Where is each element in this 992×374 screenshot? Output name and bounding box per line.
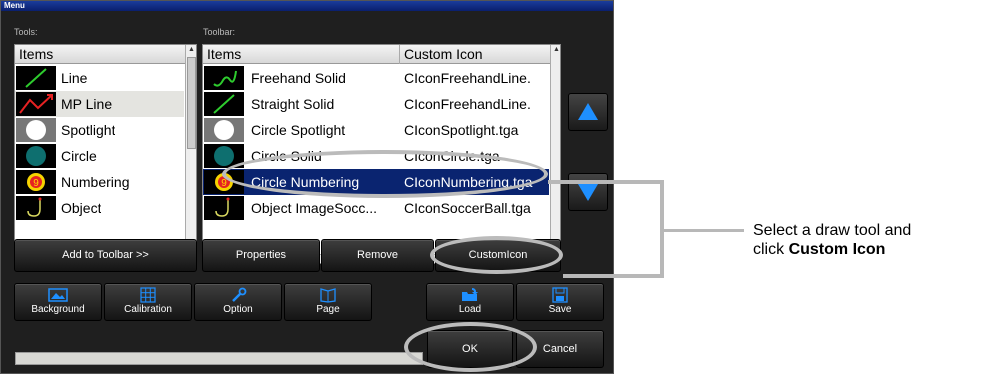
callout-text: Select a draw tool and click Custom Icon (753, 221, 989, 259)
white-circle-icon (16, 118, 56, 142)
hook-icon (204, 196, 244, 220)
option-button[interactable]: Option (194, 283, 282, 321)
number-nine-icon: 9 (204, 170, 244, 194)
load-button[interactable]: Load (426, 283, 514, 321)
tools-list-header[interactable]: Items (15, 45, 185, 64)
toolbar-row[interactable]: Freehand Solid CIconFreehandLine. (203, 65, 549, 91)
callout-line-2: click Custom Icon (753, 241, 886, 258)
tools-list[interactable]: Items Line MP Line Spotlight Circle 9 Nu… (14, 44, 197, 264)
tools-item-circle[interactable]: Circle (15, 143, 184, 169)
book-icon (320, 288, 336, 303)
callout-line-1: Select a draw tool and (753, 222, 912, 239)
tools-item-object[interactable]: Object (15, 195, 184, 221)
custom-icon-button[interactable]: CustomIcon (435, 239, 561, 272)
white-circle-icon (204, 118, 244, 142)
remove-button[interactable]: Remove (321, 239, 434, 272)
folder-open-icon (462, 288, 478, 301)
progress-bar (15, 352, 423, 365)
page-button[interactable]: Page (284, 283, 372, 321)
toolbar-vertical-scrollbar[interactable]: ▲ ▼ (550, 45, 560, 255)
scroll-up-arrow-icon[interactable]: ▲ (553, 45, 560, 54)
cancel-button[interactable]: Cancel (516, 330, 604, 368)
ok-button[interactable]: OK (427, 330, 513, 368)
move-down-button[interactable] (568, 173, 608, 211)
red-zigzag-icon (16, 92, 56, 116)
teal-circle-icon (204, 144, 244, 168)
tools-vertical-scrollbar[interactable]: ▲ (185, 45, 196, 255)
tools-item-line[interactable]: Line (15, 65, 184, 91)
toolbar-list-header[interactable]: Items Custom Icon (203, 45, 550, 64)
floppy-disk-icon (552, 287, 568, 303)
scroll-up-arrow-icon[interactable]: ▲ (188, 45, 195, 54)
toolbar-row[interactable]: Object ImageSocc... CIconSoccerBall.tga (203, 195, 549, 221)
window-title: Menu (1, 1, 613, 11)
green-line-icon (204, 92, 244, 116)
tools-item-numbering[interactable]: 9 Numbering (15, 169, 184, 195)
properties-button[interactable]: Properties (202, 239, 320, 272)
svg-text:9: 9 (33, 178, 39, 189)
save-button[interactable]: Save (516, 283, 604, 321)
toolbar-row-selected[interactable]: 9 Circle Numbering CIconNumbering.tga (203, 169, 549, 195)
wrench-icon (232, 287, 247, 302)
arrow-up-icon (578, 103, 598, 120)
callout-connector (548, 180, 664, 184)
calibration-button[interactable]: Calibration (104, 283, 192, 321)
tools-item-mp-line[interactable]: MP Line (15, 91, 184, 117)
background-button[interactable]: Background (14, 283, 102, 321)
add-to-toolbar-button[interactable]: Add to Toolbar >> (14, 239, 197, 272)
callout-connector (664, 229, 744, 232)
hook-icon (16, 196, 56, 220)
svg-text:9: 9 (221, 178, 227, 189)
move-up-button[interactable] (568, 93, 608, 131)
tools-label: Tools: (14, 27, 38, 37)
toolbar-row[interactable]: Straight Solid CIconFreehandLine. (203, 91, 549, 117)
grid-icon (140, 287, 156, 303)
toolbar-label: Toolbar: (203, 27, 236, 37)
tools-item-spotlight[interactable]: Spotlight (15, 117, 184, 143)
landscape-icon (48, 288, 68, 302)
column-items[interactable]: Items (203, 45, 400, 64)
column-custom-icon[interactable]: Custom Icon (400, 45, 550, 64)
teal-circle-icon (16, 144, 56, 168)
menu-window: Menu Tools: Toolbar: Items Line MP Line … (0, 0, 614, 374)
callout-connector (563, 274, 664, 278)
tools-scroll-thumb[interactable] (187, 57, 196, 149)
toolbar-row[interactable]: Circle Solid CIconCircle.tga (203, 143, 549, 169)
toolbar-list[interactable]: Items Custom Icon Freehand Solid CIconFr… (202, 44, 561, 264)
number-nine-icon: 9 (16, 170, 56, 194)
toolbar-row[interactable]: Circle Spotlight CIconSpotlight.tga (203, 117, 549, 143)
green-line-icon (16, 66, 56, 90)
freehand-curve-icon (204, 66, 244, 90)
